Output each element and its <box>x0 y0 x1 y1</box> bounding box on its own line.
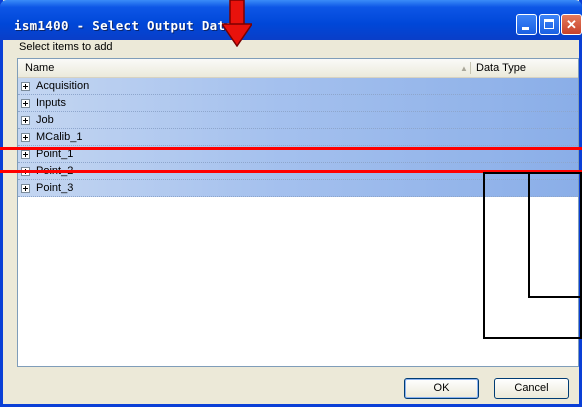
down-arrow-icon <box>222 0 252 47</box>
tree-row-label: Point_3 <box>36 182 74 194</box>
maximize-button[interactable] <box>539 14 560 35</box>
plus-expand-icon[interactable] <box>21 133 30 142</box>
instruction-label: Select items to add <box>19 41 113 53</box>
plus-expand-icon[interactable] <box>21 150 30 159</box>
minimize-button[interactable] <box>516 14 537 35</box>
plus-expand-icon[interactable] <box>21 82 30 91</box>
tree-row-mcalib-1[interactable]: MCalib_1 <box>18 129 578 146</box>
minimize-icon <box>522 27 529 30</box>
tree-row-label: Acquisition <box>36 80 90 92</box>
tree-row-label: Inputs <box>36 97 66 109</box>
cancel-button[interactable]: Cancel <box>494 378 569 399</box>
plus-expand-icon[interactable] <box>21 184 30 193</box>
title-bar[interactable]: ism1400 - Select Output Data ✕ <box>0 0 582 40</box>
window-title: ism1400 - Select Output Data <box>14 18 234 33</box>
sort-ascending-icon: ▲ <box>460 64 468 73</box>
column-divider[interactable] <box>470 62 471 74</box>
column-header-data-type[interactable]: Data Type <box>476 62 526 74</box>
ok-button[interactable]: OK <box>404 378 479 399</box>
list-header: Name ▲ Data Type <box>18 59 578 78</box>
close-button[interactable]: ✕ <box>561 14 582 35</box>
tree-row-label: MCalib_1 <box>36 131 83 143</box>
tree-row-label: Job <box>36 114 54 126</box>
maximize-icon <box>544 19 554 29</box>
tree-row-job[interactable]: Job <box>18 112 578 129</box>
plus-expand-icon[interactable] <box>21 99 30 108</box>
column-header-name[interactable]: Name <box>25 62 54 74</box>
annotation-box-small <box>528 172 582 298</box>
tree-row-inputs[interactable]: Inputs <box>18 95 578 112</box>
close-icon: ✕ <box>566 17 577 32</box>
tree-row-acquisition[interactable]: Acquisition <box>18 78 578 95</box>
highlight-line-top <box>0 147 582 150</box>
plus-expand-icon[interactable] <box>21 116 30 125</box>
